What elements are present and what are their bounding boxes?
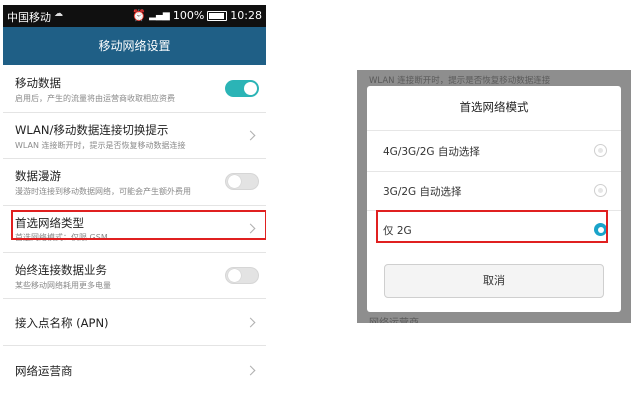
- cloud-icon: ☁: [54, 9, 63, 19]
- setting-subtitle: WLAN 连接断开时，提示是否恢复移动数据连接: [15, 141, 186, 150]
- option-label: 4G/3G/2G 自动选择: [383, 146, 480, 158]
- setting-mobile-data[interactable]: 移动数据 启用后，产生的流量将由运营商收取相应资费: [3, 65, 266, 113]
- radio-unselected-icon[interactable]: [594, 184, 607, 197]
- toggle-knob: [244, 82, 257, 95]
- chevron-right-icon: [245, 365, 256, 376]
- setting-subtitle: 启用后，产生的流量将由运营商收取相应资费: [15, 94, 175, 103]
- divider: [367, 130, 621, 131]
- option-3g-2g-auto[interactable]: 3G/2G 自动选择: [367, 172, 621, 210]
- setting-apn[interactable]: 接入点名称 (APN): [3, 298, 266, 346]
- chevron-right-icon: [245, 317, 256, 328]
- setting-wlan-switch-prompt[interactable]: WLAN/移动数据连接切换提示 WLAN 连接断开时，提示是否恢复移动数据连接: [3, 112, 266, 159]
- setting-title: 数据漫游: [15, 169, 61, 183]
- battery-icon: [207, 10, 228, 21]
- radio-unselected-icon[interactable]: [594, 144, 607, 157]
- setting-data-roaming[interactable]: 数据漫游 漫游时连接到移动数据网络，可能会产生额外费用: [3, 158, 266, 206]
- battery-percent: 100%: [172, 9, 205, 22]
- setting-title: 接入点名称 (APN): [15, 316, 109, 330]
- option-4g-3g-2g-auto[interactable]: 4G/3G/2G 自动选择: [367, 132, 621, 170]
- data-roaming-toggle[interactable]: [225, 173, 259, 190]
- toggle-knob: [228, 269, 241, 282]
- dialog-title: 首选网络模式: [459, 100, 529, 114]
- signal-icon: ▂▄▆: [149, 10, 170, 21]
- setting-title: 网络运营商: [15, 364, 73, 378]
- carrier-name: 中国移动: [7, 11, 51, 24]
- setting-title: WLAN/移动数据连接切换提示: [15, 123, 169, 137]
- page-title: 移动网络设置: [3, 27, 266, 65]
- mobile-data-toggle[interactable]: [225, 80, 259, 97]
- background-text: WLAN 连接断开时，提示是否恢复移动数据连接: [369, 76, 551, 86]
- setting-network-operators[interactable]: 网络运营商: [3, 345, 266, 399]
- chevron-right-icon: [245, 130, 256, 141]
- option-2g-highlight-box: [376, 210, 608, 243]
- status-bar: 中国移动 ☁ ⏰ ▂▄▆ 100% 10:28: [3, 5, 266, 27]
- setting-subtitle: 某些移动网络耗用更多电量: [15, 281, 111, 290]
- setting-title: 移动数据: [15, 76, 61, 90]
- setting-subtitle: 漫游时连接到移动数据网络，可能会产生额外费用: [15, 187, 191, 196]
- toggle-knob: [228, 175, 241, 188]
- always-on-data-toggle[interactable]: [225, 267, 259, 284]
- preferred-network-highlight-box: [11, 210, 266, 240]
- setting-title: 始终连接数据业务: [15, 263, 107, 277]
- mobile-network-settings-screen: 中国移动 ☁ ⏰ ▂▄▆ 100% 10:28 移动网络设置 移动数据 启用后，…: [3, 5, 266, 399]
- alarm-icon: ⏰: [132, 9, 147, 22]
- cancel-button[interactable]: 取消: [384, 264, 604, 298]
- preferred-network-mode-dialog: 首选网络模式 4G/3G/2G 自动选择 3G/2G 自动选择 仅 2G 取消: [367, 86, 621, 312]
- clock: 10:28: [230, 9, 262, 22]
- preferred-network-dialog-screen: WLAN 连接断开时，提示是否恢复移动数据连接 网络运营商 首选网络模式 4G/…: [357, 70, 631, 323]
- option-label: 3G/2G 自动选择: [383, 186, 462, 198]
- setting-always-on-data[interactable]: 始终连接数据业务 某些移动网络耗用更多电量: [3, 252, 266, 299]
- background-text: 网络运营商: [369, 314, 419, 323]
